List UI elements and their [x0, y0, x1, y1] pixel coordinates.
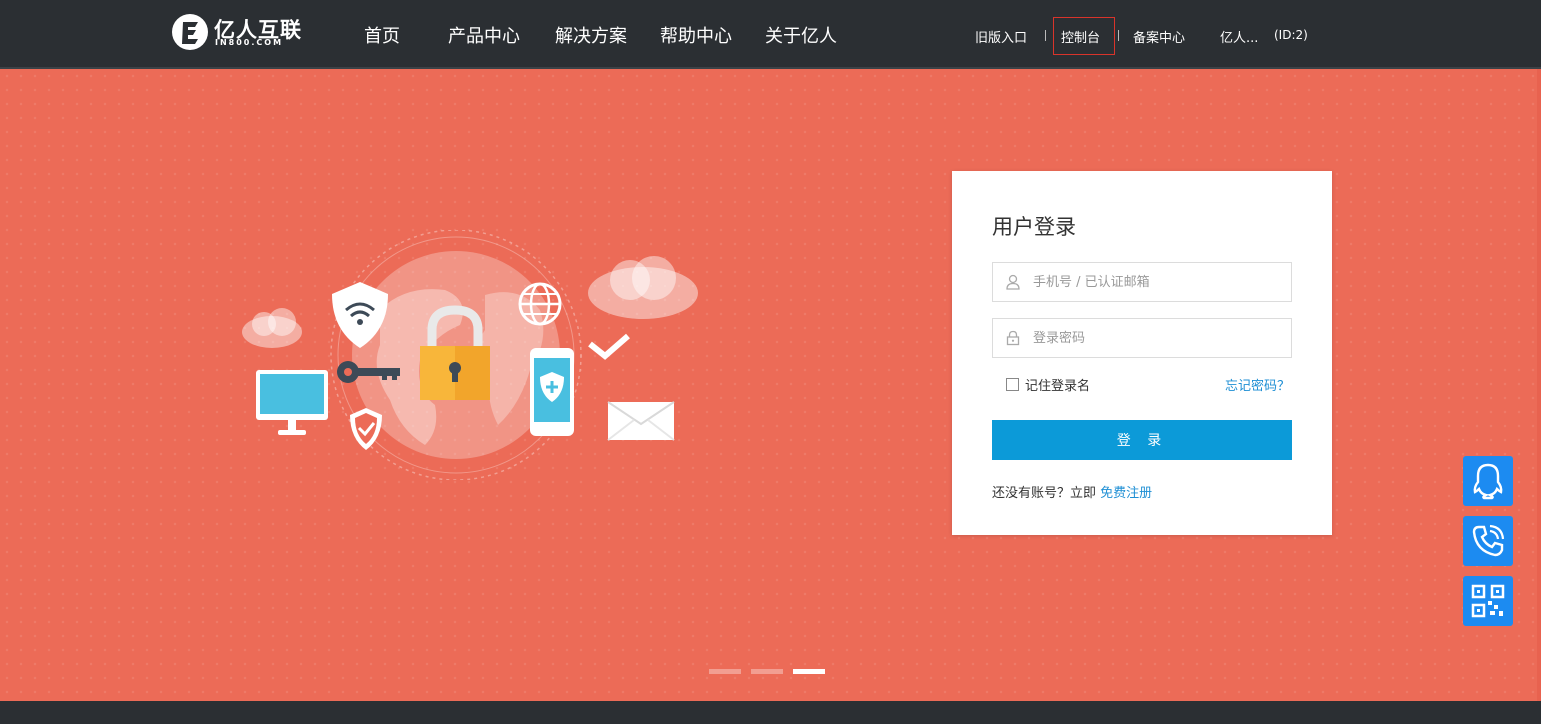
scrollbar-track[interactable]: [1537, 69, 1541, 701]
carousel-dot-1[interactable]: [709, 669, 741, 674]
nav-home[interactable]: 首页: [364, 22, 400, 48]
console-link[interactable]: 控制台: [1061, 27, 1100, 46]
monitor-icon: [256, 370, 328, 435]
checkmark-icon: [588, 333, 630, 360]
carousel-dot-3[interactable]: [793, 669, 825, 674]
qq-contact-button[interactable]: [1463, 456, 1513, 506]
user-icon: [1006, 274, 1020, 290]
phone-icon: [1472, 524, 1505, 557]
phone-contact-button[interactable]: [1463, 516, 1513, 566]
user-id: (ID:2): [1274, 28, 1308, 42]
register-prompt: 还没有账号？立即 免费注册: [992, 482, 1152, 501]
qq-icon: [1473, 463, 1503, 500]
footer-bar: [0, 701, 1541, 724]
login-card: 用户登录 记住登录名 忘记密码？ 登 录 还没有账号？立即 免费注册: [952, 171, 1332, 535]
remember-checkbox[interactable]: [1006, 378, 1019, 391]
login-title: 用户登录: [992, 215, 1076, 239]
qrcode-button[interactable]: [1463, 576, 1513, 626]
logo-icon: [172, 14, 208, 50]
remember-me[interactable]: 记住登录名: [1006, 375, 1090, 394]
password-input[interactable]: [1033, 319, 1283, 357]
nav-about[interactable]: 关于亿人: [765, 22, 837, 48]
old-version-link[interactable]: 旧版入口: [975, 27, 1027, 46]
site-logo[interactable]: 亿人互联 IN800.COM: [170, 12, 301, 52]
divider: [1045, 30, 1046, 41]
login-button[interactable]: 登 录: [992, 420, 1292, 460]
cloud-icon: [588, 256, 698, 319]
security-illustration: [242, 230, 698, 480]
nav-products[interactable]: 产品中心: [448, 22, 520, 48]
top-header: 亿人互联 IN800.COM 首页 产品中心 解决方案 帮助中心 关于亿人 旧版…: [0, 0, 1541, 69]
nav-solutions[interactable]: 解决方案: [555, 22, 627, 48]
logo-subtext: IN800.COM: [215, 38, 284, 47]
lock-icon: [1006, 330, 1020, 346]
carousel-dot-2[interactable]: [751, 669, 783, 674]
forgot-password-link[interactable]: 忘记密码？: [1225, 375, 1290, 394]
nav-help[interactable]: 帮助中心: [660, 22, 732, 48]
envelope-icon: [607, 401, 675, 441]
password-field[interactable]: [992, 318, 1292, 358]
register-link[interactable]: 免费注册: [1100, 486, 1152, 501]
user-name-link[interactable]: 亿人...: [1220, 27, 1258, 46]
qrcode-icon: [1471, 584, 1505, 618]
cloud-icon: [242, 308, 302, 348]
smartphone-icon: [530, 348, 574, 436]
check-shield-icon: [350, 408, 382, 450]
register-prompt-text: 还没有账号？立即: [992, 486, 1097, 501]
username-field[interactable]: [992, 262, 1292, 302]
record-center-link[interactable]: 备案中心: [1133, 27, 1185, 46]
divider: [1118, 30, 1119, 41]
remember-label: 记住登录名: [1025, 379, 1091, 394]
username-input[interactable]: [1033, 263, 1283, 301]
